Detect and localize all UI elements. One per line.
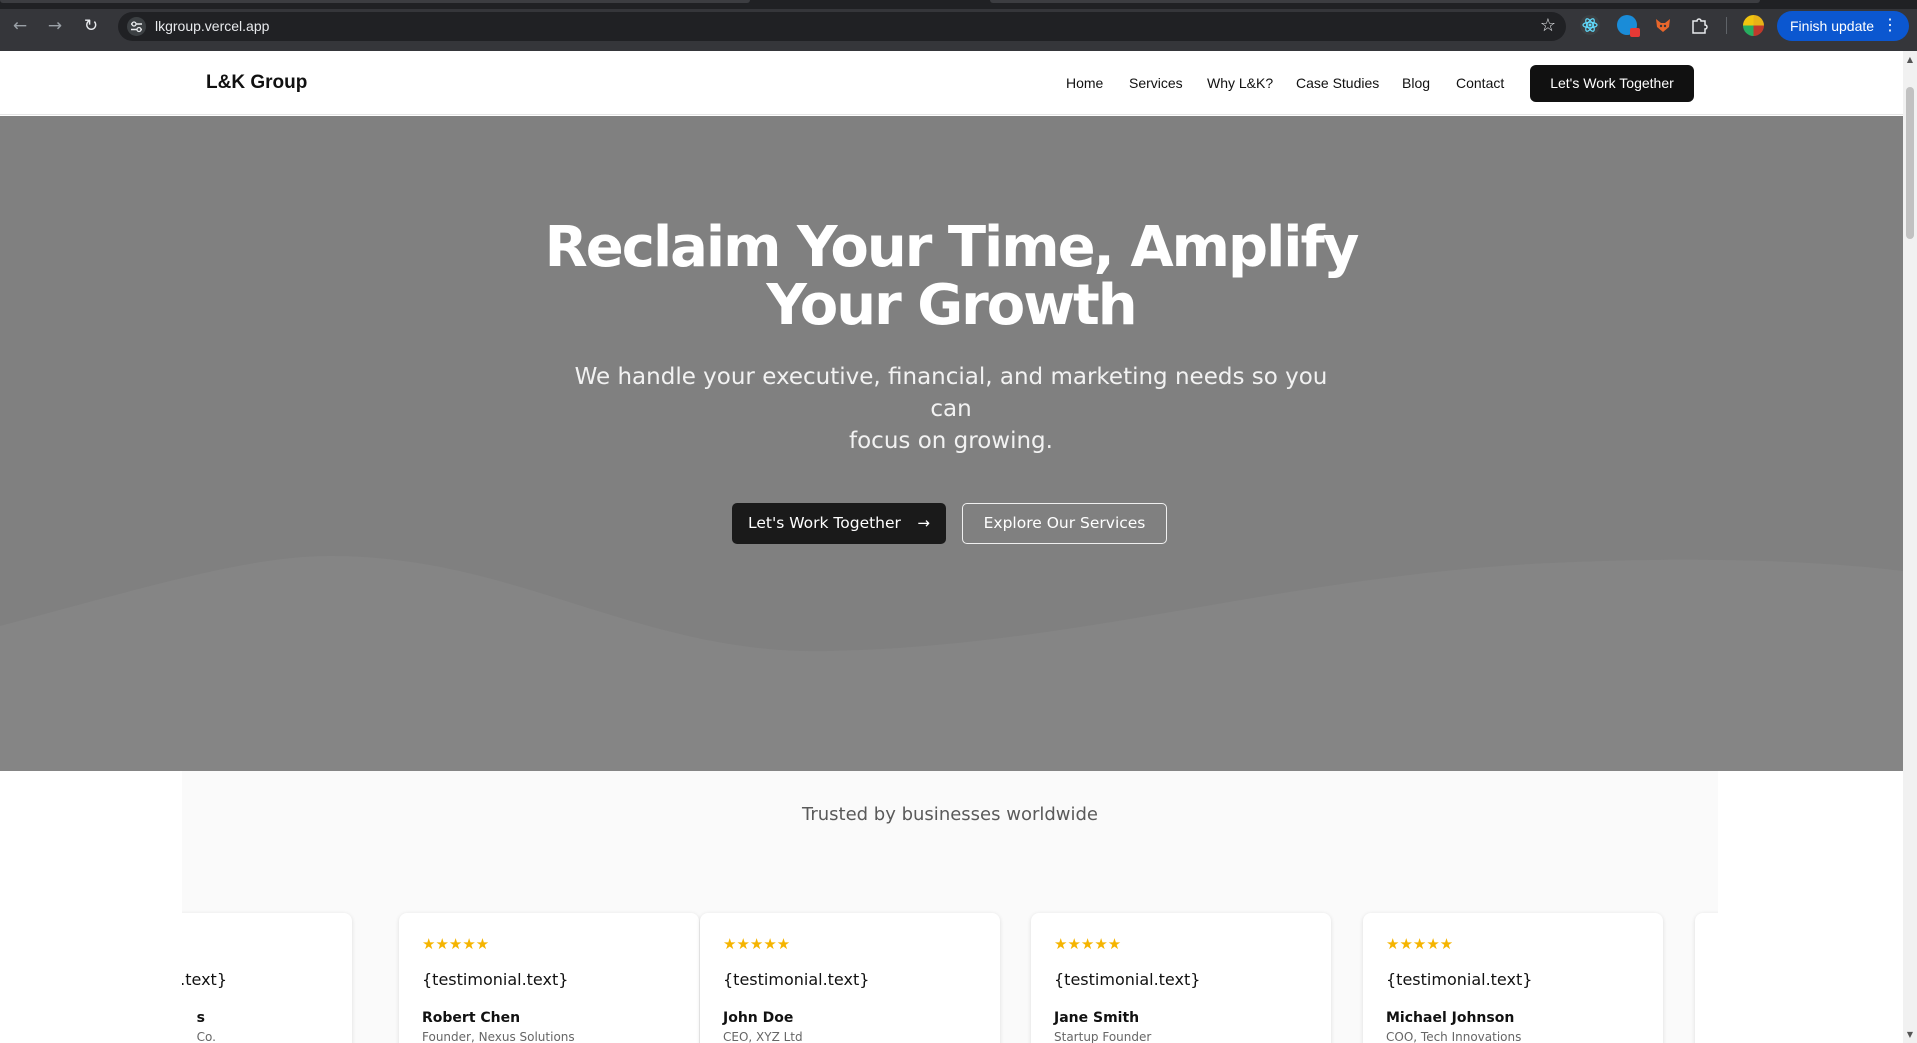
nav-case-studies[interactable]: Case Studies [1296,75,1379,91]
testimonial-card: ★★★★★ {testimonial.text} Michael Johnson… [1363,913,1663,1043]
testimonials-section: Trusted by businesses worldwide .text} s… [182,771,1718,1043]
browser-toolbar: ← → ↻ lkgroup.vercel.app ☆ Finish update… [0,0,1917,51]
hero-title-line1: Reclaim Your Time, Amplify [544,215,1360,280]
page-scrollbar[interactable]: ▲ ▼ [1903,51,1917,1043]
testimonial-name: Michael Johnson [1386,1010,1515,1026]
testimonial-role: COO, Tech Innovations [1386,1030,1522,1043]
site-header: L&K Group Home Services Why L&K? Case St… [0,51,1903,115]
hero-title-line2: Your Growth [766,273,1137,338]
site-settings-icon[interactable] [127,17,146,36]
page-viewport: L&K Group Home Services Why L&K? Case St… [0,51,1903,1043]
testimonial-name: Jane Smith [1054,1010,1140,1026]
testimonial-role: Founder, Nexus Solutions [422,1030,575,1043]
forward-icon[interactable]: → [43,14,67,38]
testimonial-name: John Doe [723,1010,794,1026]
scroll-up-icon[interactable]: ▲ [1903,55,1917,64]
header-cta-button[interactable]: Let's Work Together [1530,65,1694,102]
hero-subtitle-line2: focus on growing. [849,428,1053,454]
arrow-right-icon: → [917,514,930,532]
testimonials-title: Trusted by businesses worldwide [801,804,1099,825]
extensions-puzzle-icon[interactable] [1689,15,1709,35]
rating-stars-icon: ★★★★★ [422,935,490,953]
rating-stars-icon: ★★★★★ [723,935,791,953]
testimonial-card [1695,913,1718,1043]
testimonial-text: {testimonial.text} [422,970,569,989]
hero-title: Reclaim Your Time, Amplify Your Growth [451,219,1451,335]
toolbar-separator [1726,17,1727,34]
work-together-label: Let's Work Together [748,514,901,532]
hero-subtitle: We handle your executive, financial, and… [551,361,1351,457]
testimonial-text: .text} [182,970,227,989]
testimonial-text: {testimonial.text} [1386,970,1533,989]
bookmark-star-icon[interactable]: ☆ [1540,15,1556,36]
tab-edge [0,0,750,3]
testimonial-card: ★★★★★ {testimonial.text} Robert Chen Fou… [399,913,699,1043]
testimonial-role: Co. [196,1030,216,1043]
finish-update-label: Finish update [1790,18,1875,34]
hero-subtitle-line1: We handle your executive, financial, and… [574,364,1328,422]
testimonial-card: ★★★★★ {testimonial.text} Jane Smith Star… [1031,913,1331,1043]
profile-avatar[interactable] [1743,15,1764,36]
extension-badge-icon[interactable] [1617,15,1640,37]
nav-contact[interactable]: Contact [1456,75,1504,91]
hero-section: Reclaim Your Time, Amplify Your Growth W… [0,116,1903,771]
explore-services-button[interactable]: Explore Our Services [962,503,1167,544]
nav-home[interactable]: Home [1066,75,1103,91]
menu-dots-icon: ⋮ [1882,17,1898,34]
back-icon[interactable]: ← [8,14,32,38]
nav-services[interactable]: Services [1129,75,1183,91]
testimonial-card: ★★★★★ {testimonial.text} John Doe CEO, X… [700,913,1000,1043]
address-bar[interactable]: lkgroup.vercel.app ☆ [118,12,1566,41]
nav-blog[interactable]: Blog [1402,75,1430,91]
extension-fox-icon[interactable] [1653,15,1673,35]
work-together-button[interactable]: Let's Work Together → [732,503,946,544]
rating-stars-icon: ★★★★★ [1054,935,1122,953]
nav-why-lk[interactable]: Why L&K? [1207,75,1273,91]
react-devtools-extension-icon[interactable] [1580,15,1600,35]
tab-edge [990,0,1760,3]
scrollbar-thumb[interactable] [1906,87,1914,239]
rating-stars-icon: ★★★★★ [1386,935,1454,953]
testimonial-role: Startup Founder [1054,1030,1152,1043]
testimonial-name: Robert Chen [422,1010,521,1026]
testimonial-text: {testimonial.text} [1054,970,1201,989]
brand-logo[interactable]: L&K Group [206,72,307,94]
finish-update-button[interactable]: Finish update ⋮ [1777,11,1909,41]
url-text[interactable]: lkgroup.vercel.app [155,18,269,34]
scroll-down-icon[interactable]: ▼ [1903,1030,1917,1039]
reload-icon[interactable]: ↻ [79,14,103,38]
testimonial-text: {testimonial.text} [723,970,870,989]
testimonial-name: s [196,1010,205,1026]
testimonial-card: .text} s Co. [182,913,352,1043]
testimonial-role: CEO, XYZ Ltd [723,1030,803,1043]
